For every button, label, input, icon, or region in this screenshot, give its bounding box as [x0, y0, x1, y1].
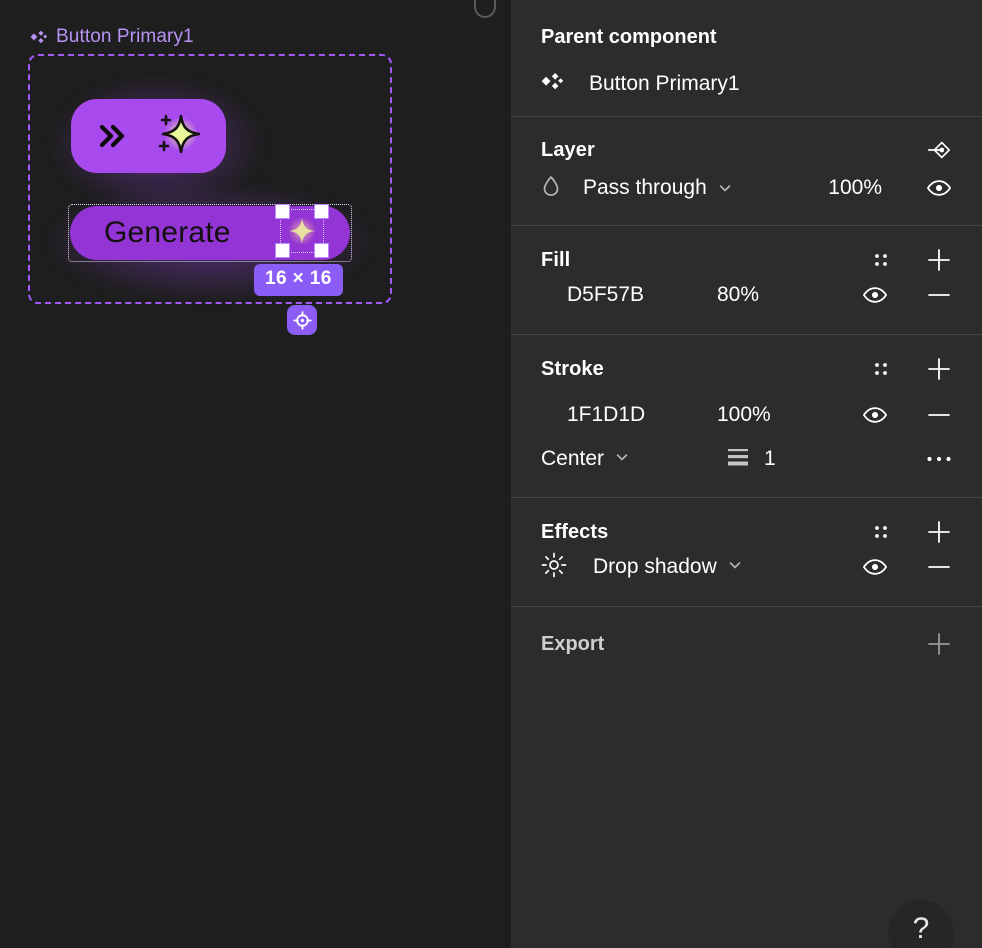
- effect-name: Drop shadow: [593, 555, 717, 578]
- double-chevron-right-icon: [98, 123, 132, 149]
- layer-opacity-value[interactable]: 100%: [828, 176, 882, 200]
- resize-handle-top-left[interactable]: [275, 204, 290, 219]
- chevron-down-icon[interactable]: [717, 180, 733, 196]
- plus-icon[interactable]: [926, 631, 952, 657]
- generate-button-label: Generate: [104, 216, 231, 249]
- stroke-weight-value[interactable]: 1: [764, 447, 776, 471]
- help-button[interactable]: ?: [888, 900, 954, 948]
- resize-handle-top-right[interactable]: [314, 204, 329, 219]
- plus-icon[interactable]: [926, 356, 952, 382]
- style-dots-icon[interactable]: [868, 356, 894, 382]
- component-diamond-icon: [541, 71, 564, 98]
- stroke-opacity-value[interactable]: 100%: [717, 403, 827, 427]
- fill-hex-value[interactable]: D5F57B: [567, 283, 717, 307]
- eye-icon[interactable]: [862, 554, 888, 580]
- canvas-layer-title[interactable]: Button Primary1: [30, 26, 194, 48]
- eye-icon[interactable]: [862, 402, 888, 428]
- parent-component-title: Parent component: [541, 25, 717, 48]
- stroke-header: Stroke: [541, 335, 952, 387]
- parent-component-section: Parent component Button Primary1: [511, 0, 982, 116]
- component-diamond-icon: [30, 29, 47, 46]
- plus-icon[interactable]: [926, 247, 952, 273]
- stroke-alignment-value: Center: [541, 447, 605, 470]
- stroke-weight-icon: [726, 446, 750, 473]
- blend-mode-value: Pass through: [583, 176, 707, 199]
- eye-icon[interactable]: [862, 282, 888, 308]
- question-mark-icon: ?: [912, 912, 930, 945]
- sparkle-star-icon: [287, 216, 317, 251]
- icon-button-variant[interactable]: [71, 99, 226, 173]
- blend-mode-row[interactable]: Pass through 100%: [541, 169, 952, 225]
- design-canvas[interactable]: Button Primary1 Generate 16 × 16: [0, 0, 510, 948]
- eye-icon[interactable]: [926, 175, 952, 201]
- resize-handle-bottom-right[interactable]: [314, 243, 329, 258]
- size-badge: 16 × 16: [254, 264, 343, 296]
- parent-component-name: Button Primary1: [589, 72, 740, 95]
- effects-title: Effects: [541, 520, 609, 543]
- fill-title: Fill: [541, 248, 571, 271]
- stroke-title: Stroke: [541, 357, 604, 380]
- effects-section: Effects Drop shadow: [511, 498, 982, 606]
- export-title: Export: [541, 632, 605, 655]
- chevron-down-icon[interactable]: [727, 557, 743, 578]
- canvas-layer-name: Button Primary1: [56, 26, 194, 47]
- fill-paint-row[interactable]: D5F57B 80%: [541, 278, 952, 334]
- parent-component-header: Parent component: [541, 0, 952, 52]
- figma-editor-window: Button Primary1 Generate 16 × 16 Parent …: [0, 0, 982, 948]
- fill-section: Fill D5F57B 80%: [511, 226, 982, 334]
- stroke-hex-value[interactable]: 1F1D1D: [567, 403, 717, 427]
- stroke-section: Stroke 1F1D1D 100% Center 1: [511, 335, 982, 497]
- selected-sparkle-icon[interactable]: [275, 204, 329, 258]
- export-header: Export: [541, 607, 952, 659]
- style-dots-icon[interactable]: [868, 247, 894, 273]
- stroke-paint-row[interactable]: 1F1D1D 100%: [541, 387, 952, 443]
- sun-brightness-icon: [541, 552, 567, 583]
- plus-icon[interactable]: [926, 519, 952, 545]
- blend-droplet-icon: [541, 174, 567, 203]
- sparkle-star-icon: [154, 111, 200, 162]
- panel-collapse-handle-icon[interactable]: [474, 0, 496, 18]
- style-dots-icon[interactable]: [868, 519, 894, 545]
- stroke-alignment-row[interactable]: Center 1: [541, 443, 952, 497]
- layer-title: Layer: [541, 138, 595, 161]
- resize-handle-bottom-left[interactable]: [275, 243, 290, 258]
- layer-section: Layer Pass through 100%: [511, 117, 982, 225]
- effect-row[interactable]: Drop shadow: [541, 550, 952, 606]
- minus-icon[interactable]: [926, 554, 952, 580]
- chevron-down-icon[interactable]: [614, 449, 630, 470]
- fill-opacity-value[interactable]: 80%: [717, 283, 827, 307]
- minus-icon[interactable]: [926, 282, 952, 308]
- properties-panel: Parent component Button Primary1 Layer P…: [510, 0, 982, 948]
- minus-icon[interactable]: [926, 402, 952, 428]
- effects-header: Effects: [541, 498, 952, 550]
- export-section: Export: [511, 607, 982, 659]
- layer-header: Layer: [541, 117, 952, 169]
- more-horizontal-icon[interactable]: [926, 446, 952, 472]
- parent-component-row[interactable]: Button Primary1: [541, 52, 952, 116]
- crosshair-target-icon[interactable]: [287, 305, 317, 335]
- fill-header: Fill: [541, 226, 952, 278]
- diamond-arrow-icon[interactable]: [926, 137, 952, 163]
